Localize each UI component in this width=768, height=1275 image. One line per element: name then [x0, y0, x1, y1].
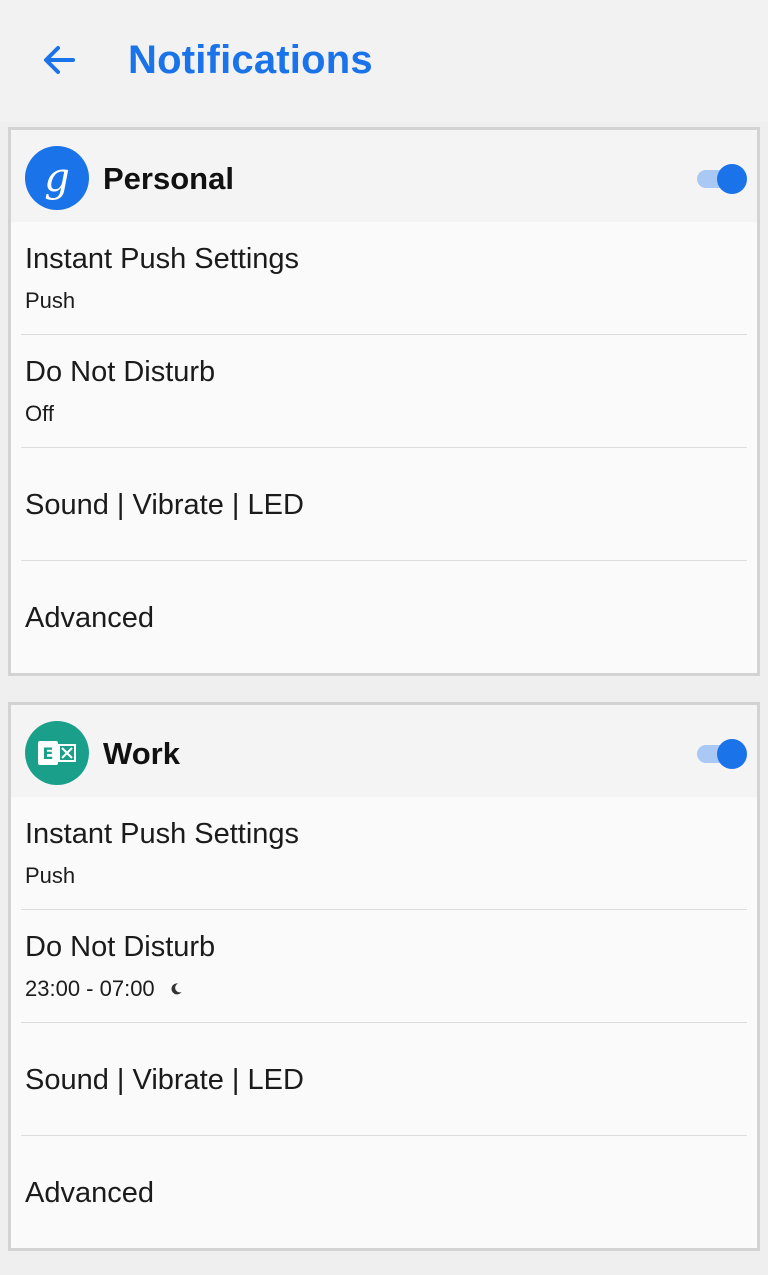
setting-value: Push	[25, 288, 76, 313]
setting-title: Advanced	[25, 1177, 154, 1209]
setting-advanced[interactable]: Advanced	[11, 1136, 757, 1249]
page-title: Notifications	[128, 38, 373, 82]
setting-do-not-disturb[interactable]: Do Not Disturb 23:00 - 07:00	[11, 910, 757, 1023]
exchange-icon: E	[25, 721, 89, 785]
setting-do-not-disturb[interactable]: Do Not Disturb Off	[11, 335, 757, 448]
toggle-thumb	[717, 164, 747, 194]
svg-text:g: g	[44, 155, 70, 201]
account-header: g Personal	[11, 130, 757, 222]
setting-title: Sound | Vibrate | LED	[25, 489, 304, 521]
setting-value-row: 23:00 - 07:00	[25, 976, 183, 1002]
setting-instant-push[interactable]: Instant Push Settings Push	[11, 797, 757, 910]
account-enabled-toggle[interactable]	[695, 162, 751, 196]
setting-title: Do Not Disturb	[25, 356, 216, 388]
setting-value: 23:00 - 07:00	[25, 976, 155, 1001]
setting-title: Instant Push Settings	[25, 818, 300, 850]
toggle-thumb	[717, 739, 747, 769]
moon-icon	[171, 983, 182, 995]
account-card-work: E Work Instant Push Settings Push Do Not…	[8, 702, 760, 1251]
setting-title: Instant Push Settings	[25, 243, 300, 275]
google-icon: g	[25, 146, 89, 210]
app-bar: Notifications	[0, 0, 768, 122]
account-name: Personal	[103, 161, 234, 196]
setting-sound-vibrate-led[interactable]: Sound | Vibrate | LED	[11, 448, 757, 561]
setting-sound-vibrate-led[interactable]: Sound | Vibrate | LED	[11, 1023, 757, 1136]
setting-title: Advanced	[25, 602, 154, 634]
setting-title: Sound | Vibrate | LED	[25, 1064, 304, 1096]
setting-value: Push	[25, 863, 76, 888]
account-enabled-toggle[interactable]	[695, 737, 751, 771]
account-card-personal: g Personal Instant Push Settings Push Do…	[8, 127, 760, 676]
svg-text:E: E	[43, 744, 54, 763]
setting-title: Do Not Disturb	[25, 931, 216, 963]
setting-instant-push[interactable]: Instant Push Settings Push	[11, 222, 757, 335]
account-name: Work	[103, 736, 180, 771]
arrow-left-icon	[44, 46, 75, 74]
setting-advanced[interactable]: Advanced	[11, 561, 757, 674]
back-button[interactable]	[26, 27, 92, 93]
setting-value: Off	[25, 401, 54, 426]
account-header: E Work	[11, 705, 757, 797]
